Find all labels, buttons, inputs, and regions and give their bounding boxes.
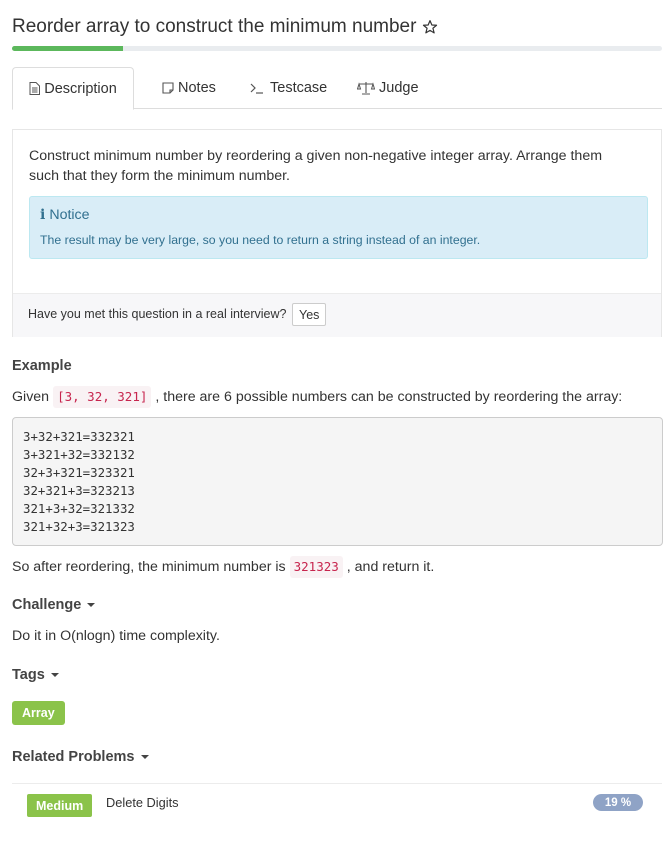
example-intro-prefix: Given [12,389,50,405]
tab-testcase[interactable]: Testcase [238,67,339,109]
tab-notes-label: Notes [178,80,216,96]
tab-notes[interactable]: Notes [150,67,228,109]
document-icon [29,82,41,95]
related-problem-link[interactable]: Delete Digits [106,795,179,810]
terminal-icon [250,82,266,94]
related-problems-heading[interactable]: Related Problems [12,749,149,765]
tab-judge-label: Judge [379,80,419,96]
caret-down-icon [50,673,59,677]
scale-icon [357,81,375,95]
tab-testcase-label: Testcase [270,80,328,96]
tags-heading-label: Tags [12,667,45,683]
description-panel: Construct minimum number by reordering a… [12,129,662,337]
description-line-2: such that they form the minimum number. [29,168,290,184]
progress-bar [12,46,662,51]
problem-title: Reorder array to construct the minimum n… [12,16,417,37]
tag-array[interactable]: Array [12,701,65,725]
example-intro-suffix: , there are 6 possible numbers can be co… [155,389,623,405]
yes-button[interactable]: Yes [292,303,327,326]
description-line-1: Construct minimum number by reordering a… [29,148,603,164]
related-problem-row[interactable]: Medium Delete Digits 19 % [12,784,662,824]
tags-heading[interactable]: Tags [12,667,59,683]
example-line: 3+321+32=332132 [23,447,135,462]
interview-question: Have you met this question in a real int… [28,307,287,321]
example-line: 32+3+321=323321 [23,465,135,480]
progress-bar-fill [12,46,123,51]
tab-description-label: Description [44,80,117,97]
tab-judge[interactable]: Judge [345,67,431,109]
acceptance-rate-badge: 19 % [593,794,643,811]
problem-title-row: Reorder array to construct the minimum n… [12,14,438,40]
star-icon[interactable] [422,19,438,35]
example-result-suffix: , and return it. [346,559,435,575]
notice-box: i Notice The result may be very large, s… [29,196,648,259]
example-code-block: 3+32+321=332321 3+321+32=332132 32+3+321… [12,417,663,546]
notice-title-label: Notice [49,207,90,223]
example-intro: Given [3, 32, 321] , there are 6 possibl… [12,386,622,408]
example-result: So after reordering, the minimum number … [12,556,434,578]
example-line: 321+32+3=321323 [23,519,135,534]
example-line: 321+3+32=321332 [23,501,135,516]
challenge-heading[interactable]: Challenge [12,597,96,613]
notice-title: i Notice [40,207,90,223]
tab-bar: Description Notes Testcase Judge [12,67,662,110]
caret-down-icon [140,755,149,759]
caret-down-icon [87,603,96,607]
difficulty-badge: Medium [27,794,93,817]
challenge-text: Do it in O(nlogn) time complexity. [12,628,220,644]
interview-question-bar: Have you met this question in a real int… [13,293,661,337]
example-line: 3+32+321=332321 [23,429,135,444]
note-icon [162,82,174,94]
example-line: 32+321+3=323213 [23,483,135,498]
example-heading: Example [12,358,72,374]
info-icon: i [40,207,46,223]
example-result-prefix: So after reordering, the minimum number … [12,559,286,575]
problem-page: Reorder array to construct the minimum n… [0,0,672,842]
example-input-code: [3, 32, 321] [53,386,152,408]
notice-body: The result may be very large, so you nee… [40,233,481,247]
example-result-code: 321323 [289,556,343,578]
challenge-heading-label: Challenge [12,597,82,613]
tab-description[interactable]: Description [12,67,134,110]
problem-description: Construct minimum number by reordering a… [29,146,644,186]
related-problems-heading-label: Related Problems [12,749,135,765]
